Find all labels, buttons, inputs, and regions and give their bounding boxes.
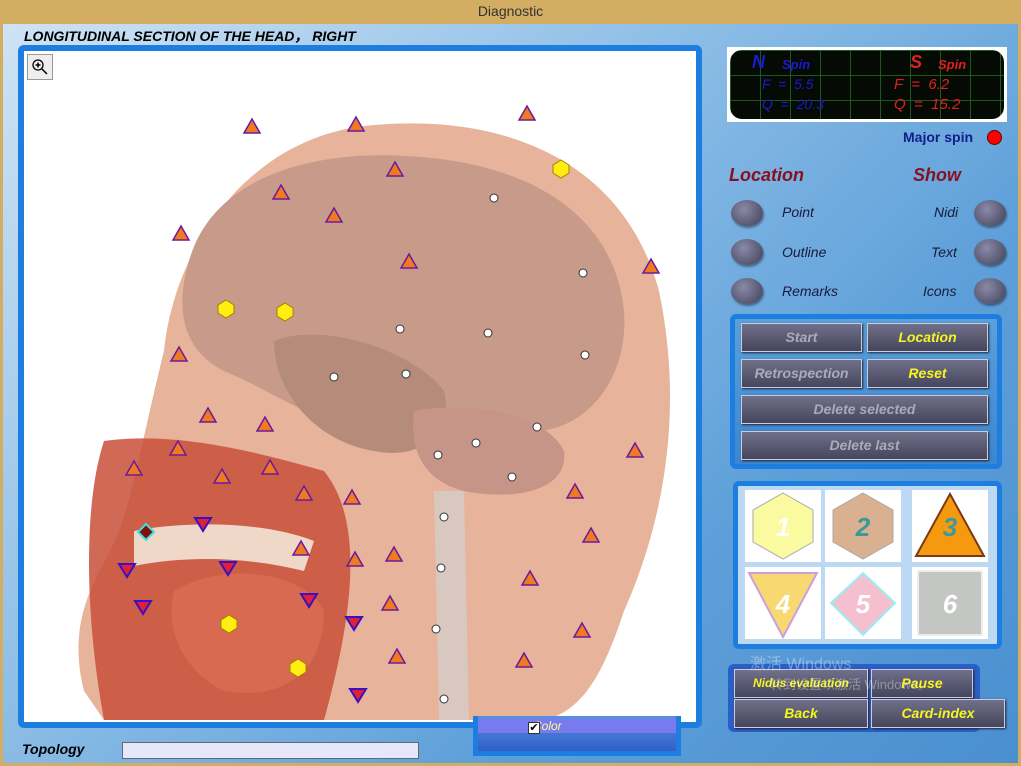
s-label: S: [910, 52, 923, 72]
marker-type-number: 4: [775, 589, 791, 619]
marker-type-3[interactable]: 3: [912, 490, 988, 562]
show-text-toggle[interactable]: [974, 239, 1006, 265]
topology-field[interactable]: [122, 742, 419, 759]
title-bar: Diagnostic: [0, 0, 1021, 24]
marker-type-4[interactable]: 4: [745, 567, 821, 639]
s-q-value: Q = 15.2: [894, 96, 961, 113]
zoom-in-icon: [32, 59, 48, 75]
location-outline-toggle[interactable]: [731, 239, 763, 265]
marker-type-6[interactable]: 6: [912, 567, 988, 639]
location-point-label: Point: [782, 204, 814, 220]
show-nidi-toggle[interactable]: [974, 200, 1006, 226]
location-point-toggle[interactable]: [731, 200, 763, 226]
spin-display: N Spin F = 5.5 Q = 20.3 S Spin F = 6.2 Q…: [727, 47, 1007, 122]
s-spin-label: Spin: [938, 57, 967, 72]
nidus-marker-dot[interactable]: [439, 512, 449, 522]
hexagon-icon: 2: [832, 492, 894, 560]
color-checkbox[interactable]: ✔: [528, 722, 540, 734]
color-panel: Color: [473, 716, 681, 756]
location-outline-label: Outline: [782, 244, 827, 260]
diamond-icon: 5: [829, 571, 897, 637]
major-spin-label: Major spin: [903, 129, 974, 145]
nidus-marker-dot[interactable]: [329, 372, 339, 382]
reset-button[interactable]: Reset: [867, 359, 988, 388]
show-icons-label: Icons: [923, 283, 957, 299]
nidus-marker-dot[interactable]: [433, 450, 443, 460]
nidus-marker-dot[interactable]: [439, 694, 449, 704]
pause-button[interactable]: Pause: [871, 669, 973, 698]
nidus-marker-dot[interactable]: [471, 438, 481, 448]
nidus-marker-dot[interactable]: [507, 472, 517, 482]
n-spin-label: Spin: [782, 57, 811, 72]
window-title: Diagnostic: [477, 3, 544, 19]
show-nidi-label: Nidi: [934, 204, 959, 220]
location-button[interactable]: Location: [867, 323, 988, 352]
zoom-button[interactable]: [27, 54, 53, 80]
spinal-cord: [434, 491, 469, 720]
topology-label: Topology: [22, 741, 85, 757]
nidus-marker-dot[interactable]: [401, 369, 411, 379]
triangle-down-icon: 4: [747, 572, 819, 639]
marker-type-5[interactable]: 5: [825, 567, 901, 639]
s-f-value: F = 6.2: [894, 76, 950, 93]
show-text-label: Text: [931, 244, 957, 260]
nidus-marker-dot[interactable]: [580, 350, 590, 360]
nidus-marker-triangle[interactable]: [171, 224, 191, 241]
marker-type-number: 2: [855, 512, 871, 542]
view-heading: LONGITUDINAL SECTION OF THE HEAD， RIGHT: [24, 28, 356, 44]
n-label: N: [752, 52, 765, 72]
marker-type-number: 5: [856, 589, 871, 619]
major-spin-indicator: [987, 130, 1002, 145]
nidus-marker-triangle[interactable]: [346, 115, 366, 132]
marker-type-number: 1: [776, 512, 790, 542]
marker-type-number: 6: [943, 589, 958, 619]
nidus-marker-dot[interactable]: [532, 422, 542, 432]
square-icon: 6: [917, 570, 983, 636]
nidus-marker-triangle[interactable]: [242, 117, 262, 134]
hexagon-icon: 1: [752, 492, 814, 560]
color-label: Color: [478, 719, 676, 733]
nidus-marker-triangle[interactable]: [517, 104, 537, 121]
n-q-value: Q = 20.3: [762, 96, 824, 112]
nidus-marker-dot[interactable]: [483, 328, 493, 338]
show-icons-toggle[interactable]: [974, 278, 1006, 304]
nidus-marker-dot[interactable]: [578, 268, 588, 278]
marker-type-number: 3: [943, 512, 958, 542]
location-remarks-label: Remarks: [782, 283, 839, 299]
location-heading: Location: [729, 165, 804, 185]
triangle-icon: 3: [914, 491, 986, 557]
delete-last-button[interactable]: Delete last: [741, 431, 988, 460]
nidus-marker-dot[interactable]: [489, 193, 499, 203]
location-remarks-toggle[interactable]: [731, 278, 763, 304]
nidus-marker-dot[interactable]: [431, 624, 441, 634]
delete-selected-button[interactable]: Delete selected: [741, 395, 988, 424]
marker-type-2[interactable]: 2: [825, 490, 901, 562]
show-heading: Show: [913, 165, 961, 185]
nidus-evaluation-button[interactable]: Nidus evaluation: [734, 669, 868, 698]
back-button[interactable]: Back: [734, 699, 868, 728]
card-index-button[interactable]: Card-index: [871, 699, 1005, 728]
marker-type-1[interactable]: 1: [745, 490, 821, 562]
n-f-value: F = 5.5: [762, 76, 814, 92]
start-button[interactable]: Start: [741, 323, 862, 352]
nidus-marker-dot[interactable]: [436, 563, 446, 573]
head-section-image[interactable]: [24, 51, 696, 720]
retrospection-button[interactable]: Retrospection: [741, 359, 862, 388]
nidus-marker-dot[interactable]: [395, 324, 405, 334]
